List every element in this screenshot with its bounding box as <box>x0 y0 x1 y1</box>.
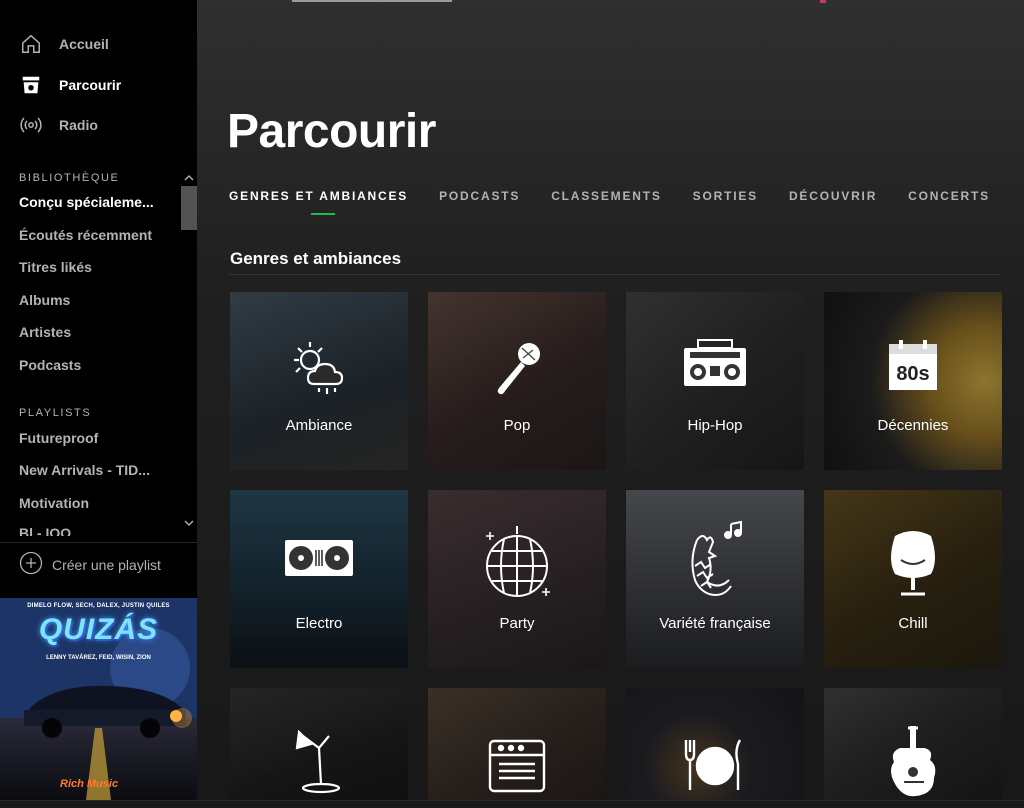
album-artists: DIMELO FLOW, SECH, DALEX, JUSTIN QUILES <box>27 603 170 609</box>
calendar-80s-icon: 80s <box>885 338 941 399</box>
album-logo: Rich Music <box>60 778 119 790</box>
page-title: Parcourir <box>227 105 436 158</box>
tab-podcasts[interactable]: PODCASTS <box>439 189 520 203</box>
home-icon <box>19 32 43 56</box>
section-divider <box>229 274 1000 275</box>
genre-tile-electro[interactable]: Electro <box>230 490 408 668</box>
library-title: BIBLIOTHÈQUE <box>19 172 120 184</box>
guitar-icon <box>886 726 940 800</box>
create-playlist-button[interactable]: Créer une playlist <box>19 551 161 580</box>
tab-concerts[interactable]: CONCERTS <box>908 189 990 203</box>
nav-browse-label: Parcourir <box>59 77 122 93</box>
nav-home[interactable]: Accueil <box>19 32 109 56</box>
tab-charts[interactable]: CLASSEMENTS <box>551 189 661 203</box>
library-item-albums[interactable]: Albums <box>19 292 169 308</box>
library-item-made-for-you[interactable]: Conçu spécialeme... <box>19 194 169 210</box>
genre-tile-decades[interactable]: 80s Décennies <box>824 292 1002 470</box>
genre-tile-chill[interactable]: Chill <box>824 490 1002 668</box>
tile-label: Chill <box>898 615 928 632</box>
main-content: Parcourir GENRES ET AMBIANCES PODCASTS C… <box>197 0 1024 808</box>
genre-tile-french[interactable]: Variété française <box>626 490 804 668</box>
library-item-artists[interactable]: Artistes <box>19 324 169 340</box>
genre-tile-pop[interactable]: Pop <box>428 292 606 470</box>
sidebar-divider <box>0 542 197 543</box>
tile-label: Décennies <box>877 417 949 434</box>
top-indicator <box>820 0 826 3</box>
scroll-down-arrow[interactable] <box>181 516 197 530</box>
scroll-up-arrow[interactable] <box>181 170 197 184</box>
top-search-line <box>292 0 452 2</box>
library-item-liked[interactable]: Titres likés <box>19 259 169 275</box>
calendar-80s-text: 80s <box>896 363 929 385</box>
nav-radio-label: Radio <box>59 117 98 133</box>
playlist-item[interactable]: Motivation <box>19 495 169 511</box>
genre-tile-focus[interactable] <box>230 688 408 800</box>
browse-icon <box>19 73 43 97</box>
radio-icon <box>19 113 43 137</box>
genre-tile-party[interactable]: Party <box>428 490 606 668</box>
library-item-podcasts[interactable]: Podcasts <box>19 357 169 373</box>
dinner-icon <box>680 738 750 795</box>
tile-label: Hip-Hop <box>687 417 743 434</box>
library-item-recent[interactable]: Écoutés récemment <box>19 227 169 243</box>
section-heading: Genres et ambiances <box>230 249 402 268</box>
playlist-item[interactable]: Bl - IOO <box>19 526 169 536</box>
tile-label: Party <box>499 615 535 632</box>
album-featuring: LENNY TAVÁREZ, FEID, WISIN, ZION <box>46 655 151 661</box>
tile-label: Electro <box>295 615 343 632</box>
nav-home-label: Accueil <box>59 36 109 52</box>
tile-label: Pop <box>503 417 531 434</box>
tab-discover[interactable]: DÉCOUVRIR <box>789 189 877 203</box>
album-title: QUIZÁS <box>38 613 159 646</box>
turntables-icon <box>283 536 355 585</box>
microphone-icon <box>487 338 547 403</box>
nav-browse[interactable]: Parcourir <box>19 73 121 97</box>
tab-genres[interactable]: GENRES ET AMBIANCES <box>229 189 408 215</box>
tab-releases[interactable]: SORTIES <box>693 189 758 203</box>
genre-tile-rock[interactable] <box>428 688 606 800</box>
rooster-icon <box>679 520 751 607</box>
weather-icon <box>284 338 354 403</box>
genre-tile-ambiance[interactable]: Ambiance <box>230 292 408 470</box>
playlists-title: PLAYLISTS <box>19 407 92 419</box>
tile-label: Variété française <box>659 615 771 632</box>
nav-radio[interactable]: Radio <box>19 113 98 137</box>
lamp-icon <box>291 729 347 799</box>
player-bar-edge <box>0 800 1024 808</box>
genre-tile-indie[interactable] <box>824 688 1002 800</box>
now-playing-album-art[interactable]: DIMELO FLOW, SECH, DALEX, JUSTIN QUILES … <box>0 598 197 808</box>
disco-ball-icon <box>482 526 552 603</box>
sidebar: Accueil Parcourir Radio BIBLIOTHÈQUE Con… <box>0 0 197 808</box>
genre-tile-hiphop[interactable]: Hip-Hop <box>626 292 804 470</box>
tile-label: Ambiance <box>285 417 353 434</box>
boombox-icon <box>682 338 748 395</box>
egg-chair-icon <box>887 530 939 601</box>
genre-tile-dinner[interactable] <box>626 688 804 800</box>
create-playlist-label: Créer une playlist <box>52 557 161 573</box>
playlist-item[interactable]: New Arrivals - TID... <box>19 462 169 478</box>
playlist-item[interactable]: Futureproof <box>19 430 169 446</box>
amplifier-icon <box>487 738 547 799</box>
browse-tabs: GENRES ET AMBIANCES PODCASTS CLASSEMENTS… <box>229 189 1021 215</box>
plus-circle-icon <box>19 551 43 580</box>
sidebar-scrollbar-thumb[interactable] <box>181 186 197 230</box>
